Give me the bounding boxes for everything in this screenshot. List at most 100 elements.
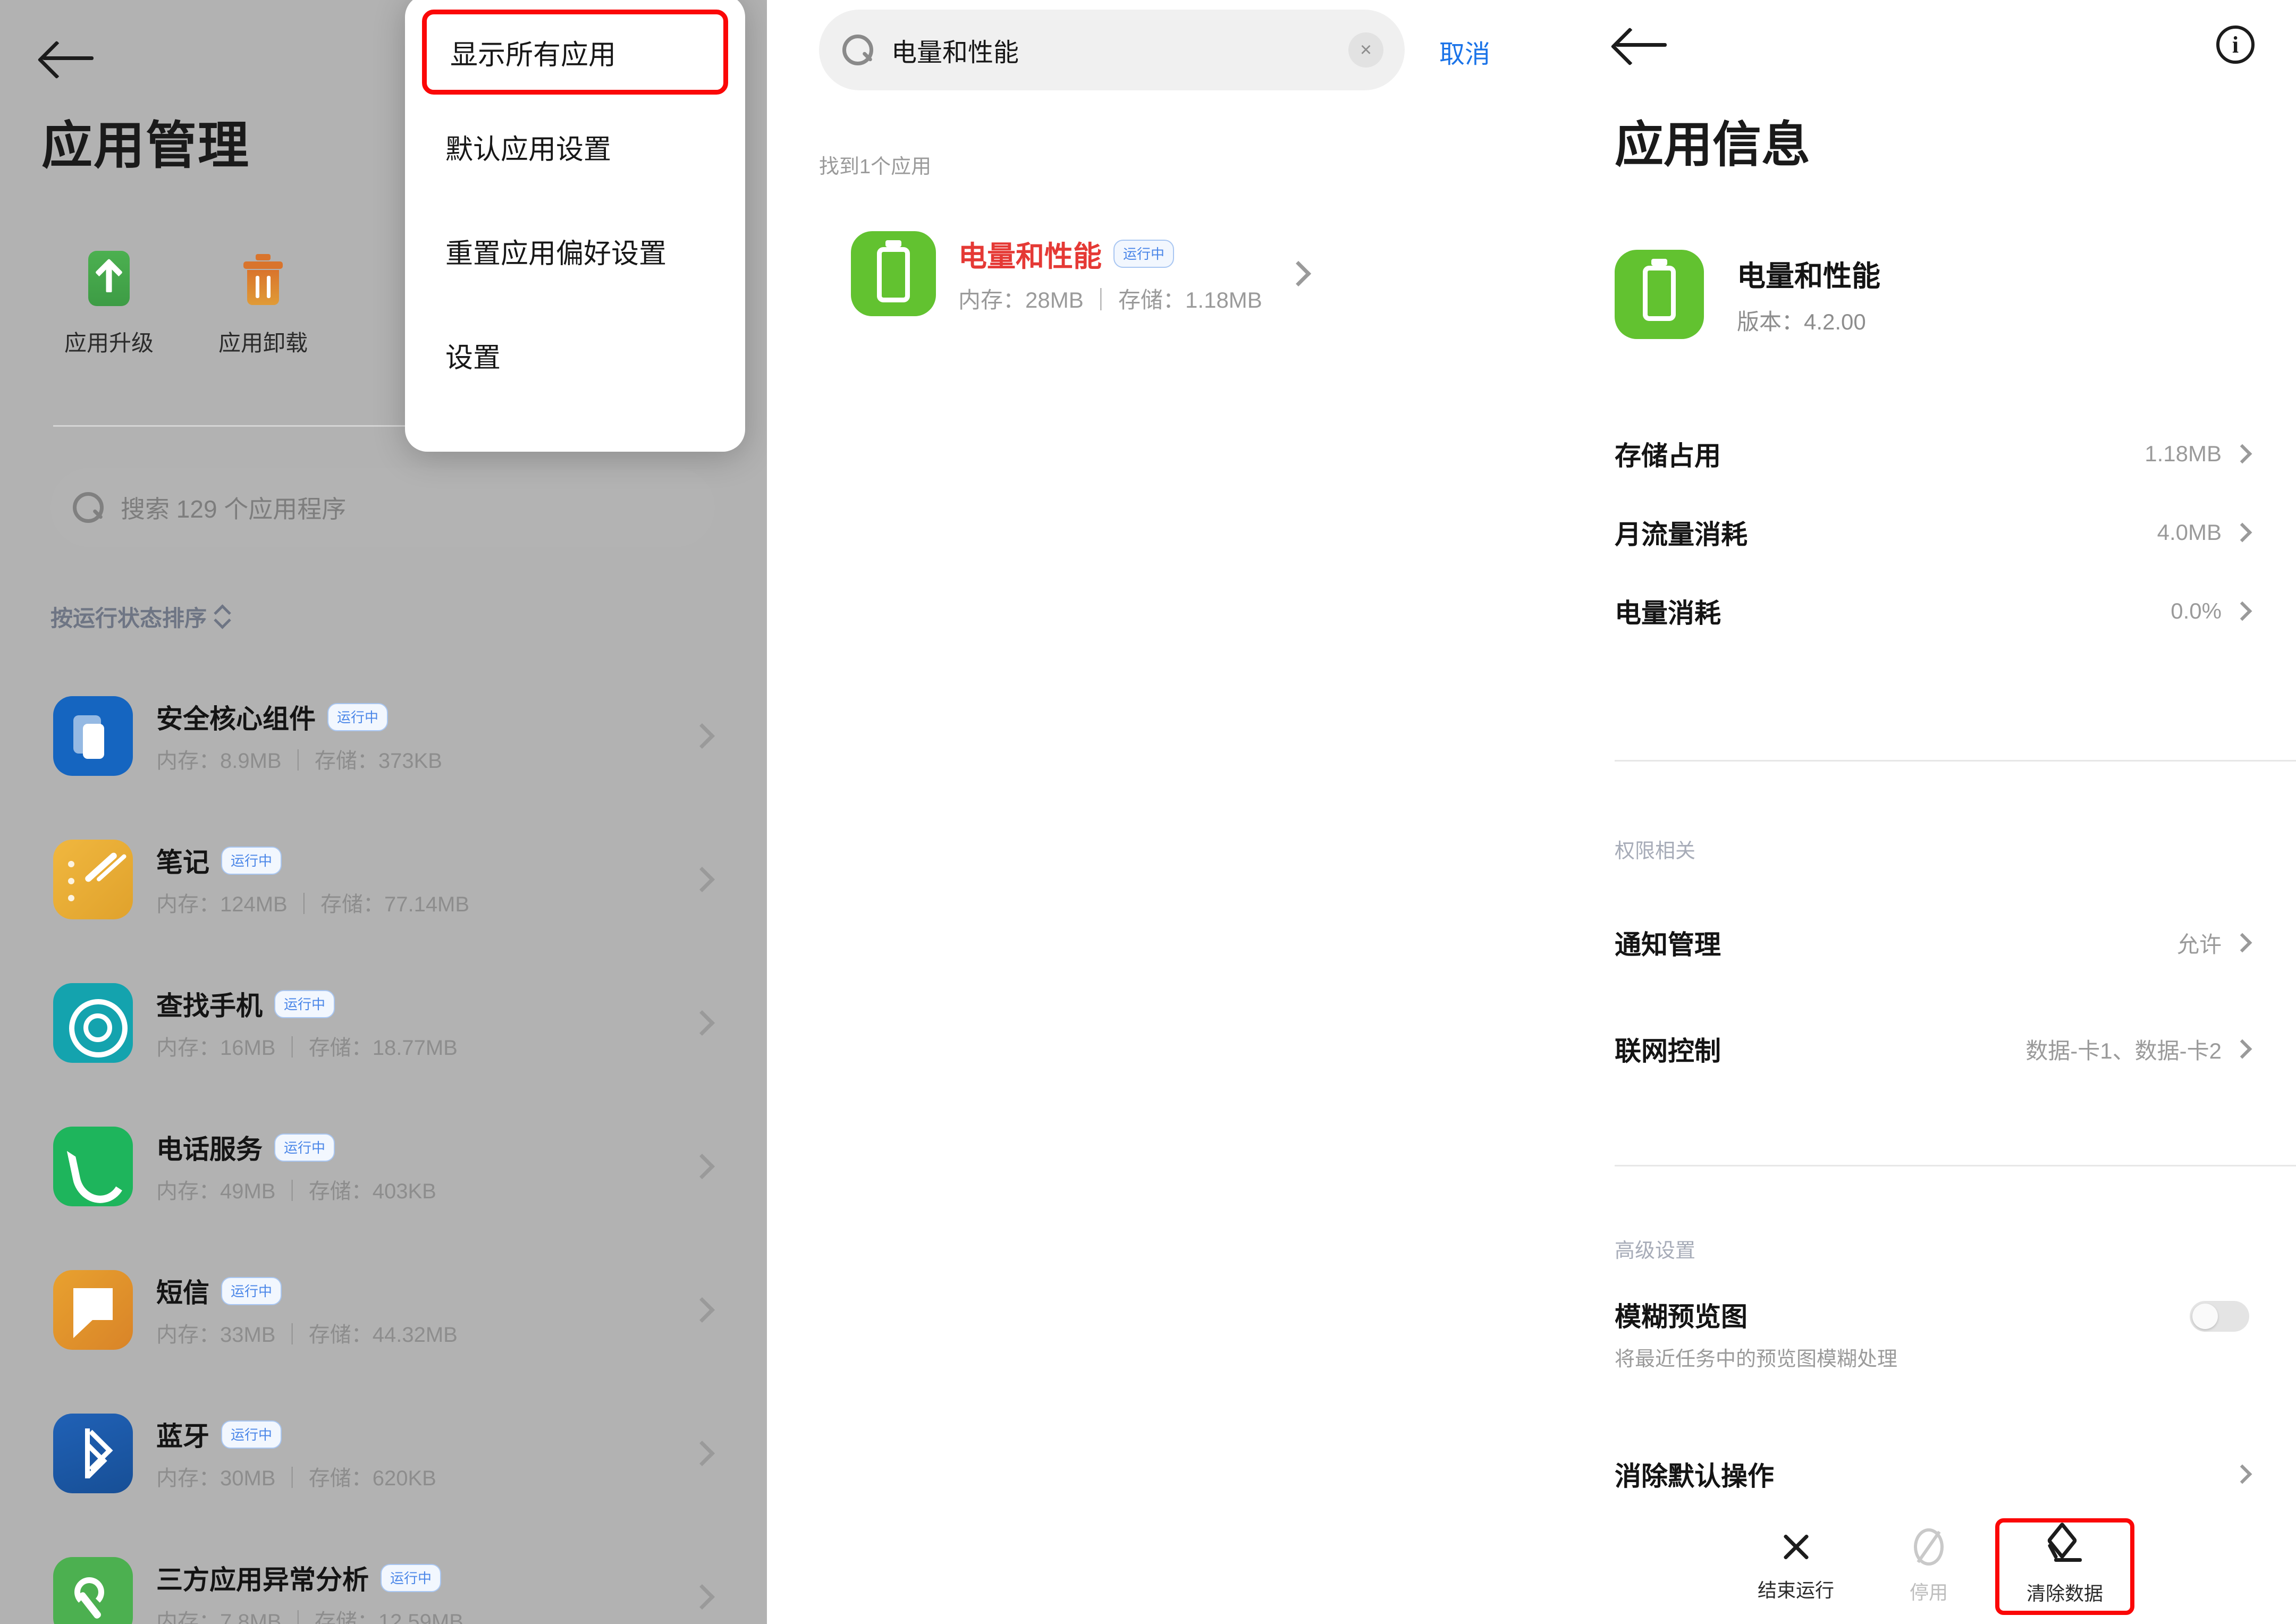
search-icon — [73, 492, 104, 523]
row-label: 联网控制 — [1615, 1030, 1721, 1068]
chevron-right-icon — [2233, 444, 2252, 464]
menu-item-label: 设置 — [445, 335, 501, 375]
sort-label: 按运行状态排序 — [50, 600, 207, 633]
blur-preview-toggle[interactable] — [2190, 1301, 2249, 1332]
cancel-button[interactable]: 取消 — [1439, 33, 1490, 70]
app-meta: 内存：124MB ｜ 存储：77.14MB — [156, 887, 767, 918]
force-stop-button[interactable]: 结束运行 — [1729, 1519, 1862, 1614]
row-battery-usage[interactable]: 电量消耗 0.0% — [1568, 572, 2296, 650]
panel-app-management: 应用管理 应用升级 应用卸载 应 搜索 129 个应用程序 按运行状 — [0, 0, 767, 1624]
menu-item-default-app-settings[interactable]: 默认应用设置 — [405, 95, 745, 199]
status-badge: 运行中 — [274, 990, 335, 1018]
notes-icon — [53, 840, 133, 919]
ban-icon — [1914, 1528, 1944, 1566]
action-label: 结束运行 — [1758, 1575, 1834, 1603]
arrow-left-icon — [41, 41, 95, 73]
list-item[interactable]: 查找手机 运行中 内存：16MB ｜ 存储：18.77MB — [0, 951, 767, 1095]
page-title: 应用管理 — [41, 104, 250, 178]
menu-item-label: 显示所有应用 — [450, 32, 616, 72]
app-meta: 内存：33MB ｜ 存储：44.32MB — [156, 1317, 767, 1348]
tile-app-uninstall[interactable]: 应用卸载 — [186, 250, 340, 358]
action-label: 停用 — [1910, 1577, 1948, 1605]
row-label: 月流量消耗 — [1615, 513, 1748, 552]
app-list: 安全核心组件 运行中 内存：8.9MB ｜ 存储：373KB 笔记 运行中 内存… — [0, 664, 767, 1624]
sort-updown-icon — [215, 605, 229, 629]
app-name: 笔记 — [156, 841, 209, 879]
app-name: 电量和性能 — [1737, 252, 1880, 294]
app-meta: 内存：49MB ｜ 存储：403KB — [156, 1174, 767, 1205]
search-value: 电量和性能 — [891, 31, 1330, 69]
menu-item-settings[interactable]: 设置 — [405, 303, 745, 407]
row-value: 数据-卡1、数据-卡2 — [2025, 1033, 2222, 1065]
divider — [1615, 1165, 2296, 1166]
menu-item-reset-app-prefs[interactable]: 重置应用偏好设置 — [405, 199, 745, 303]
row-storage-usage[interactable]: 存储占用 1.18MB — [1568, 415, 2296, 493]
app-name: 安全核心组件 — [156, 698, 316, 736]
chevron-right-icon — [2233, 1039, 2252, 1059]
menu-item-label: 默认应用设置 — [445, 127, 611, 167]
menu-item-show-all-apps[interactable]: 显示所有应用 — [422, 10, 728, 95]
search-input[interactable]: 搜索 129 个应用程序 — [50, 468, 715, 547]
row-clear-default-action[interactable]: 消除默认操作 — [1568, 1435, 2296, 1513]
row-value: 0.0% — [2171, 598, 2222, 624]
list-item[interactable]: 电话服务 运行中 内存：49MB ｜ 存储：403KB — [0, 1095, 767, 1238]
row-value: 4.0MB — [2157, 520, 2222, 545]
clear-icon[interactable]: × — [1348, 32, 1383, 67]
section-header-advanced: 高级设置 — [1568, 1234, 1742, 1263]
app-name: 电话服务 — [156, 1128, 263, 1166]
security-icon — [53, 696, 133, 776]
search-icon — [842, 35, 873, 65]
chevron-right-icon — [1286, 261, 1311, 286]
row-monthly-data-usage[interactable]: 月流量消耗 4.0MB — [1568, 493, 2296, 572]
app-name: 三方应用异常分析 — [156, 1559, 369, 1597]
panel-search-results: 电量和性能 × 取消 找到1个应用 电量和性能 运行中 内存：28MB ｜ 存储… — [767, 0, 1568, 1624]
permissions-section: 通知管理 允许 联网控制 数据-卡1、数据-卡2 — [1568, 903, 2296, 1088]
row-label: 模糊预览图 — [1615, 1296, 1897, 1334]
sort-control[interactable]: 按运行状态排序 — [50, 600, 229, 633]
tile-app-upgrade[interactable]: 应用升级 — [32, 250, 186, 358]
action-label: 清除数据 — [2027, 1578, 2103, 1606]
back-button[interactable] — [1615, 28, 1673, 70]
status-badge: 运行中 — [221, 1420, 282, 1449]
three-panel-screenshot: 应用管理 应用升级 应用卸载 应 搜索 129 个应用程序 按运行状 — [0, 0, 2296, 1624]
row-label: 通知管理 — [1615, 924, 1721, 962]
divider — [1615, 760, 2296, 762]
list-item[interactable]: 安全核心组件 运行中 内存：8.9MB ｜ 存储：373KB — [0, 664, 767, 808]
row-label: 消除默认操作 — [1615, 1455, 1774, 1493]
list-item[interactable]: 蓝牙 运行中 内存：30MB ｜ 存储：620KB — [0, 1382, 767, 1525]
disable-button: 停用 — [1862, 1519, 1995, 1614]
panel-app-info: i 应用信息 电量和性能 版本：4.2.00 存储占用 1.18MB 月流量消耗… — [1568, 0, 2296, 1624]
row-blur-preview[interactable]: 模糊预览图 将最近任务中的预览图模糊处理 — [1568, 1296, 2296, 1372]
app-meta: 内存：16MB ｜ 存储：18.77MB — [156, 1030, 767, 1061]
bluetooth-icon — [53, 1414, 133, 1493]
back-button[interactable] — [41, 28, 105, 86]
app-name: 蓝牙 — [156, 1415, 209, 1453]
status-badge: 运行中 — [274, 1134, 335, 1162]
row-notification-management[interactable]: 通知管理 允许 — [1568, 903, 2296, 982]
search-input[interactable]: 电量和性能 × — [819, 10, 1405, 90]
app-meta: 内存：8.9MB ｜ 存储：373KB — [156, 743, 767, 774]
list-item[interactable]: 电量和性能 运行中 内存：28MB ｜ 存储：1.18MB — [767, 213, 1568, 335]
bottom-action-bar: 结束运行 停用 清除数据 — [1568, 1509, 2296, 1624]
chevron-right-icon — [2233, 1465, 2252, 1484]
app-name: 短信 — [156, 1272, 209, 1310]
chevron-right-icon — [2233, 602, 2252, 621]
list-item[interactable]: 笔记 运行中 内存：124MB ｜ 存储：77.14MB — [0, 808, 767, 951]
row-label: 电量消耗 — [1615, 592, 1721, 630]
app-name: 查找手机 — [156, 985, 263, 1023]
clear-data-button[interactable]: 清除数据 — [1995, 1518, 2134, 1615]
info-icon[interactable]: i — [2216, 26, 2255, 64]
app-header: 电量和性能 版本：4.2.00 — [1615, 250, 1880, 339]
list-item[interactable]: 三方应用异常分析 运行中 内存：7.8MB ｜ 存储：12.59MB — [0, 1525, 767, 1624]
close-x-icon — [1779, 1530, 1812, 1563]
upload-arrow-icon — [83, 250, 134, 307]
eraser-icon — [2046, 1527, 2084, 1567]
row-value: 1.18MB — [2145, 441, 2222, 467]
battery-icon — [1615, 250, 1704, 339]
row-network-control[interactable]: 联网控制 数据-卡1、数据-卡2 — [1568, 1010, 2296, 1088]
chevron-right-icon — [2233, 523, 2252, 543]
section-header-permissions: 权限相关 — [1568, 834, 1742, 864]
list-item[interactable]: 短信 运行中 内存：33MB ｜ 存储：44.32MB — [0, 1238, 767, 1382]
usage-section: 存储占用 1.18MB 月流量消耗 4.0MB 电量消耗 0.0% — [1568, 415, 2296, 650]
app-meta: 内存：28MB ｜ 存储：1.18MB — [958, 282, 1262, 315]
